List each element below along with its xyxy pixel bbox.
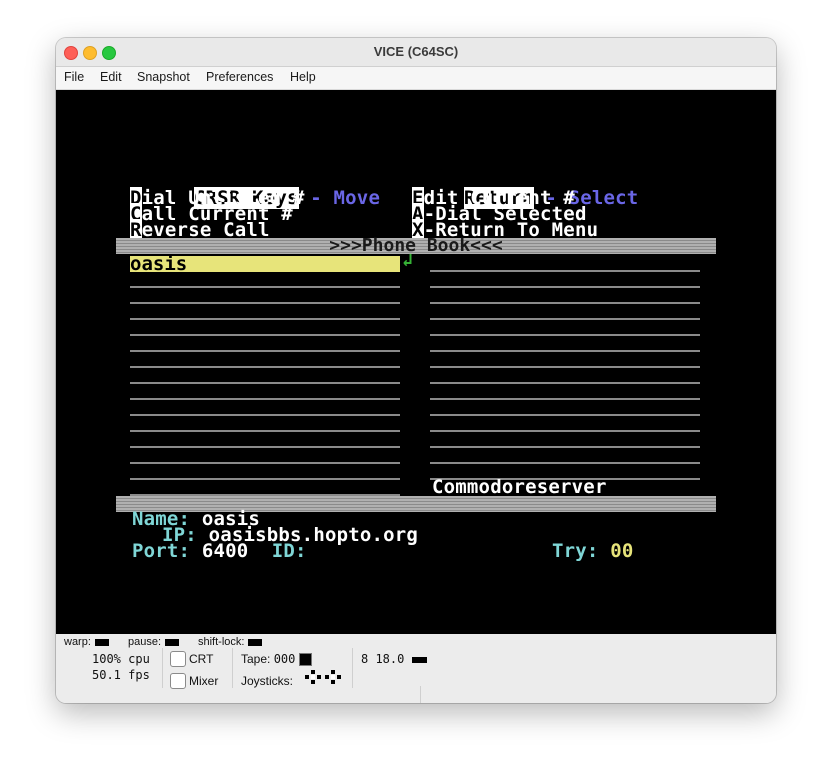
list-item[interactable] (430, 382, 700, 384)
crt-label: CRT (189, 652, 214, 666)
try-label: Try: (552, 540, 599, 562)
list-item[interactable] (130, 446, 400, 448)
menu-file[interactable]: File (64, 70, 84, 84)
menu-help[interactable]: Help (290, 70, 316, 84)
status-bar: warp: pause: shift-lock: 100% cpu 50.1 f… (56, 634, 776, 703)
pause-indicator: pause: (128, 636, 180, 648)
tape-counter: 000 (273, 652, 296, 666)
shiftlock-label: shift-lock: (198, 636, 245, 648)
list-item[interactable] (130, 334, 400, 336)
emulator-screen[interactable]: CRSR Keys - Move Return - Select Dial Un… (56, 90, 776, 634)
list-item[interactable] (130, 318, 400, 320)
id-label: ID: (271, 540, 307, 562)
warp-label: warp: (64, 636, 91, 648)
status-divider (232, 648, 233, 688)
tape-label: Tape: (241, 652, 271, 666)
list-item[interactable] (130, 366, 400, 368)
warp-indicator: warp: (64, 636, 109, 648)
right-list-entry[interactable]: Commodoreserver (432, 478, 607, 497)
drive-readout: 8 18.0 (361, 652, 405, 666)
vice-window: VICE (C64SC) File Edit Snapshot Preferen… (56, 38, 776, 703)
return-arrow-icon: ↲ (402, 250, 413, 271)
list-item[interactable] (130, 382, 400, 384)
cmd-reverse-call: Reverse Call (130, 219, 270, 241)
list-item[interactable] (430, 398, 700, 400)
list-item[interactable] (430, 350, 700, 352)
list-item[interactable] (130, 302, 400, 304)
list-item[interactable] (430, 302, 700, 304)
mixer-checkbox[interactable] (170, 673, 186, 689)
status-divider (162, 648, 163, 688)
joysticks-label: Joysticks: (241, 674, 294, 688)
list-item[interactable] (130, 350, 400, 352)
warp-led-icon (94, 638, 109, 646)
mixer-label: Mixer (189, 674, 219, 688)
list-item[interactable] (430, 366, 700, 368)
tape-status[interactable]: Tape: 000 (241, 652, 313, 667)
try-row: Try: 00 (552, 540, 634, 562)
list-item[interactable] (130, 462, 400, 464)
crt-checkbox[interactable] (170, 651, 186, 667)
window-title: VICE (C64SC) (373, 44, 459, 59)
list-item[interactable] (130, 286, 400, 288)
pause-led-icon (165, 638, 180, 646)
list-item[interactable] (430, 286, 700, 288)
port-row: Port: 6400 ID: (132, 540, 307, 562)
status-divider (352, 648, 353, 688)
list-item[interactable] (430, 462, 700, 464)
menu-snapshot[interactable]: Snapshot (137, 70, 190, 84)
menu-edit[interactable]: Edit (100, 70, 122, 84)
shiftlock-indicator: shift-lock: (198, 636, 263, 648)
port-value: 6400 (201, 540, 249, 562)
list-item[interactable] (430, 334, 700, 336)
list-item[interactable] (130, 430, 400, 432)
menu-bar: File Edit Snapshot Preferences Help (56, 67, 776, 90)
drive-led-icon (412, 656, 428, 663)
list-item[interactable] (430, 270, 700, 272)
joystick-port1-icon[interactable] (305, 670, 323, 684)
selected-entry[interactable]: oasis (130, 255, 400, 274)
drive-status: 8 18.0 (361, 652, 428, 666)
tape-stop-icon (299, 653, 313, 667)
title-bar: VICE (C64SC) (56, 38, 776, 67)
list-item[interactable] (430, 414, 700, 416)
menu-preferences[interactable]: Preferences (206, 70, 273, 84)
port-label: Port: (132, 540, 191, 562)
cpu-usage: 100% cpu (92, 652, 150, 666)
list-item[interactable] (430, 318, 700, 320)
list-item[interactable] (130, 398, 400, 400)
status-divider (420, 686, 421, 703)
try-value: 00 (610, 540, 634, 562)
joystick-port2-icon[interactable] (325, 670, 343, 684)
pause-label: pause: (128, 636, 162, 648)
list-item[interactable] (130, 478, 400, 480)
shiftlock-led-icon (248, 638, 263, 646)
list-item[interactable] (430, 446, 700, 448)
phonebook-title: >>>Phone Book<<< (329, 235, 503, 256)
list-item[interactable] (130, 414, 400, 416)
list-item[interactable] (430, 430, 700, 432)
move-label: - Move (298, 187, 381, 209)
fps-readout: 50.1 fps (92, 668, 150, 682)
